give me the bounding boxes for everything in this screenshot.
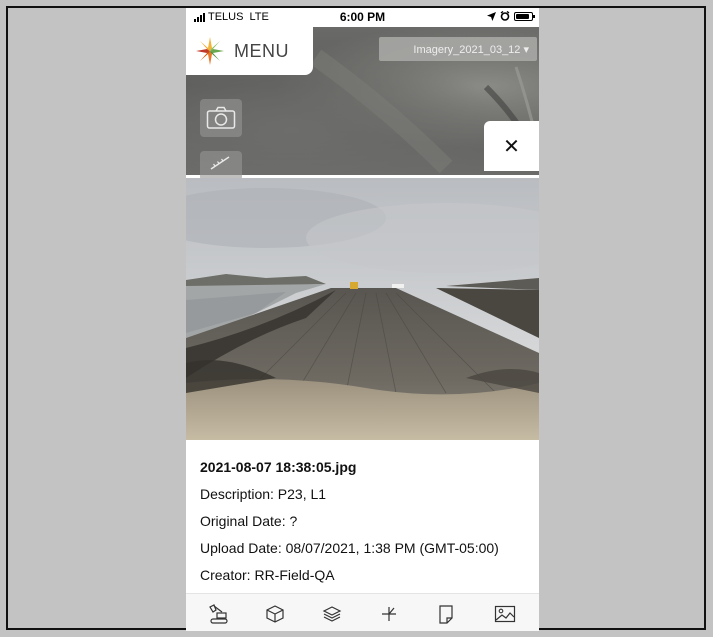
equipment-button[interactable]	[206, 602, 230, 626]
status-icons	[487, 11, 535, 21]
image-icon	[494, 605, 516, 623]
photo-details: 2021-08-07 18:38:05.jpg Description: P23…	[186, 440, 539, 595]
photo-upload-date: Upload Date: 08/07/2021, 1:38 PM (GMT-05…	[200, 540, 499, 556]
menu-label: MENU	[234, 40, 289, 61]
measure-tool-button[interactable]	[200, 151, 242, 181]
survey-button[interactable]	[377, 602, 401, 626]
layers-icon	[322, 606, 342, 622]
camera-icon	[206, 106, 236, 129]
photo-original-date: Original Date: ?	[200, 513, 298, 529]
document-icon	[439, 605, 453, 624]
phone-screen: TELUS LTE 6:00 PM MENU Imagery_2021_03_1…	[186, 8, 539, 631]
photo-description: Description: P23, L1	[200, 486, 327, 502]
site-photo	[186, 178, 539, 440]
3d-model-button[interactable]	[263, 602, 287, 626]
cube-icon	[266, 605, 284, 623]
documents-button[interactable]	[434, 602, 458, 626]
menu-button[interactable]: MENU	[186, 27, 313, 75]
layers-button[interactable]	[320, 602, 344, 626]
battery-icon	[514, 11, 535, 21]
alarm-icon	[500, 11, 510, 21]
location-arrow-icon	[487, 11, 496, 21]
photo-filename: 2021-08-07 18:38:05.jpg	[200, 459, 357, 475]
photo-creator: Creator: RR-Field-QA	[200, 567, 335, 583]
app-logo-icon	[196, 37, 224, 65]
ruler-icon	[210, 156, 230, 170]
imagery-dropdown[interactable]: Imagery_2021_03_12 ▾	[379, 37, 537, 61]
excavator-icon	[209, 604, 228, 624]
close-button[interactable]: ✕	[484, 121, 539, 171]
camera-tool-button[interactable]	[200, 99, 242, 137]
survey-icon	[382, 607, 396, 621]
bottom-toolbar	[186, 593, 539, 631]
status-bar: TELUS LTE 6:00 PM	[186, 8, 539, 27]
close-icon: ✕	[503, 134, 520, 158]
photos-button[interactable]	[493, 602, 517, 626]
